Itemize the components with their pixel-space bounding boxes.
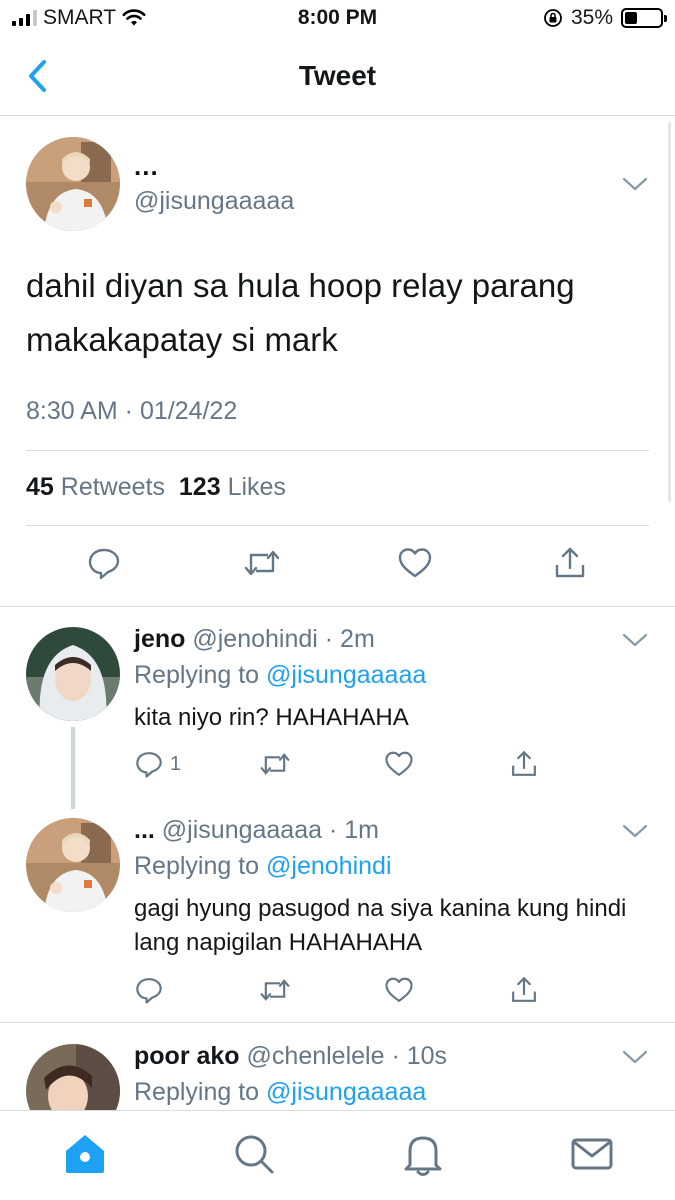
tweet-timestamp: 8:30 AM · 01/24/22 (26, 397, 238, 425)
main-tweet: ... @jisungaaaaa dahil diyan sa hula hoo… (0, 117, 675, 607)
display-name[interactable]: ... (134, 151, 159, 182)
reply-text: kita niyo rin? HAHAHAHA (134, 704, 409, 731)
avatar-photo (26, 137, 120, 231)
divider (26, 450, 649, 451)
reply-handle[interactable]: @jenohindi (192, 625, 317, 653)
replying-prefix: Replying to (134, 852, 260, 880)
avatar-photo (26, 1044, 120, 1110)
like-button[interactable] (397, 545, 433, 581)
heart-icon (398, 548, 432, 578)
like-button[interactable] (384, 749, 414, 779)
reply-tweet[interactable]: ... @jisungaaaaa · 1m Replying to @jenoh… (0, 798, 675, 1024)
replying-to: Replying to @jisungaaaaa (134, 661, 426, 690)
reply-time: · 2m (324, 625, 375, 653)
tab-home[interactable] (60, 1129, 110, 1179)
retweets-label[interactable]: Retweets (61, 473, 165, 501)
heart-icon (385, 977, 413, 1002)
retweet-button[interactable] (242, 545, 282, 581)
thread-line (71, 727, 75, 809)
tab-bar (0, 1110, 675, 1200)
tweet-text: dahil diyan sa hula hoop relay parang ma… (26, 267, 575, 358)
likes-label[interactable]: Likes (228, 473, 286, 501)
reply-button[interactable]: 1 (134, 749, 181, 779)
reply-tweet[interactable]: poor ako @chenlelele · 10s Replying to @… (0, 1024, 675, 1110)
reply-icon (136, 978, 162, 1004)
user-handle[interactable]: @jisungaaaaa (134, 187, 294, 216)
replying-to-link[interactable]: @jisungaaaaa (266, 661, 426, 689)
orientation-lock-icon (544, 9, 562, 27)
tab-messages[interactable] (567, 1129, 617, 1179)
share-button[interactable] (509, 749, 539, 779)
avatar[interactable] (26, 137, 120, 231)
replying-to-link[interactable]: @jisungaaaaa (266, 1078, 426, 1106)
more-options-button[interactable] (621, 1048, 649, 1066)
reply-display-name[interactable]: poor ako (134, 1042, 240, 1070)
chevron-down-icon (622, 633, 648, 647)
reply-time: · 10s (391, 1042, 448, 1070)
share-icon (512, 976, 536, 1002)
reply-display-name[interactable]: jeno (134, 625, 185, 653)
reply-time: · 1m (328, 816, 379, 844)
retweet-icon (260, 979, 290, 1001)
messages-envelope-icon (571, 1138, 613, 1170)
battery-percent: 35% (570, 6, 613, 29)
home-icon (66, 1135, 104, 1173)
page-title: Tweet (298, 60, 377, 91)
retweets-count[interactable]: 45 (26, 473, 54, 501)
likes-count[interactable]: 123 (179, 473, 221, 501)
reply-tweet[interactable]: jeno @jenohindi · 2m Replying to @jisung… (0, 607, 675, 815)
reply-header: ... @jisungaaaaa · 1m (134, 816, 379, 845)
replying-prefix: Replying to (134, 661, 260, 689)
notifications-bell-icon (404, 1136, 442, 1176)
reply-display-name[interactable]: ... (134, 816, 155, 844)
reply-icon (136, 752, 162, 778)
reply-handle[interactable]: @chenlelele (247, 1042, 385, 1070)
tab-search[interactable] (229, 1129, 279, 1179)
avatar[interactable] (26, 1044, 120, 1110)
divider (0, 1022, 675, 1023)
reply-icon (88, 548, 120, 580)
battery-fill (625, 12, 637, 24)
replying-to-link[interactable]: @jenohindi (266, 852, 391, 880)
share-button[interactable] (552, 545, 588, 581)
reply-button[interactable] (134, 975, 164, 1005)
retweet-icon (260, 753, 290, 775)
retweet-button[interactable] (258, 749, 292, 779)
retweet-icon (244, 550, 280, 576)
chevron-down-icon (622, 824, 648, 838)
more-options-button[interactable] (621, 631, 649, 649)
replying-to: Replying to @jenohindi (134, 852, 392, 881)
avatar[interactable] (26, 818, 120, 912)
status-bar: SMART 8:00 PM 35% (0, 0, 675, 38)
reply-header: jeno @jenohindi · 2m (134, 625, 375, 654)
status-right: 35% (543, 6, 667, 30)
more-options-button[interactable] (621, 175, 649, 193)
tweet-actions (0, 545, 675, 585)
tweet-stats: 45 Retweets 123 Likes (26, 473, 286, 502)
share-icon (512, 750, 536, 776)
chevron-down-icon (622, 177, 648, 191)
nav-bar: Tweet (0, 38, 675, 116)
reply-handle[interactable]: @jisungaaaaa (162, 816, 322, 844)
replying-prefix: Replying to (134, 1078, 260, 1106)
divider (26, 525, 649, 526)
avatar-photo (26, 627, 120, 721)
avatar-photo (26, 818, 120, 912)
replying-to: Replying to @jisungaaaaa (134, 1078, 426, 1107)
avatar[interactable] (26, 627, 120, 721)
share-icon (555, 547, 585, 578)
reply-text: gagi hyung pasugod na siya kanina kung h… (134, 895, 627, 956)
retweet-button[interactable] (258, 975, 292, 1005)
tab-notifications[interactable] (398, 1129, 448, 1179)
reply-header: poor ako @chenlelele · 10s (134, 1042, 447, 1071)
more-options-button[interactable] (621, 822, 649, 840)
battery-icon (621, 8, 667, 28)
like-button[interactable] (384, 975, 414, 1005)
chevron-down-icon (622, 1050, 648, 1064)
share-button[interactable] (509, 975, 539, 1005)
reply-count: 1 (170, 752, 182, 775)
heart-icon (385, 751, 413, 776)
search-icon (235, 1135, 274, 1174)
reply-button[interactable] (86, 545, 122, 581)
